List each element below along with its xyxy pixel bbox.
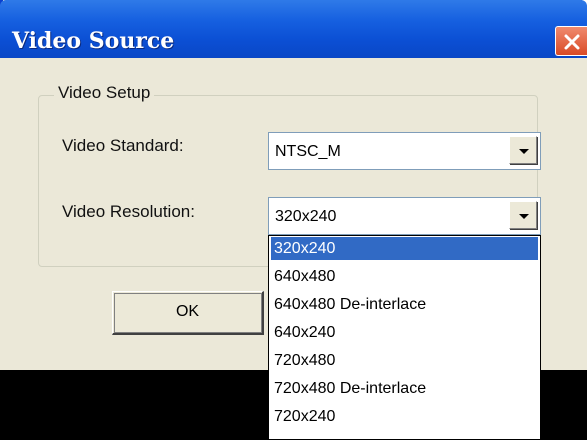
video-resolution-select[interactable]: 320x240 xyxy=(268,197,541,235)
video-resolution-label: Video Resolution: xyxy=(62,202,195,221)
close-icon xyxy=(564,34,580,50)
video-standard-value: NTSC_M xyxy=(275,143,341,160)
dropdown-option[interactable]: 640x240 xyxy=(271,321,538,344)
dropdown-option[interactable]: 320x240 xyxy=(271,237,538,260)
video-resolution-value: 320x240 xyxy=(275,208,337,225)
ok-button[interactable]: OK xyxy=(112,291,264,335)
dropdown-option[interactable]: 720x480 xyxy=(271,349,538,372)
video-standard-select[interactable]: NTSC_M xyxy=(268,132,541,170)
resolution-dropdown-list[interactable]: 320x240 640x480 640x480 De-interlace 640… xyxy=(268,235,541,440)
title-bar[interactable]: Video Source xyxy=(0,0,587,58)
dropdown-option[interactable]: 720x480 De-interlace xyxy=(271,377,538,400)
window-title: Video Source xyxy=(12,28,175,54)
chevron-down-icon[interactable] xyxy=(509,136,537,164)
dropdown-option[interactable]: 720x240 xyxy=(271,405,538,428)
group-title: Video Setup xyxy=(54,83,155,103)
dropdown-option[interactable]: 640x480 De-interlace xyxy=(271,293,538,316)
chevron-down-icon[interactable] xyxy=(509,201,537,229)
close-button[interactable] xyxy=(555,26,587,56)
video-standard-label: Video Standard: xyxy=(62,136,184,155)
dropdown-option[interactable]: 640x480 xyxy=(271,265,538,288)
